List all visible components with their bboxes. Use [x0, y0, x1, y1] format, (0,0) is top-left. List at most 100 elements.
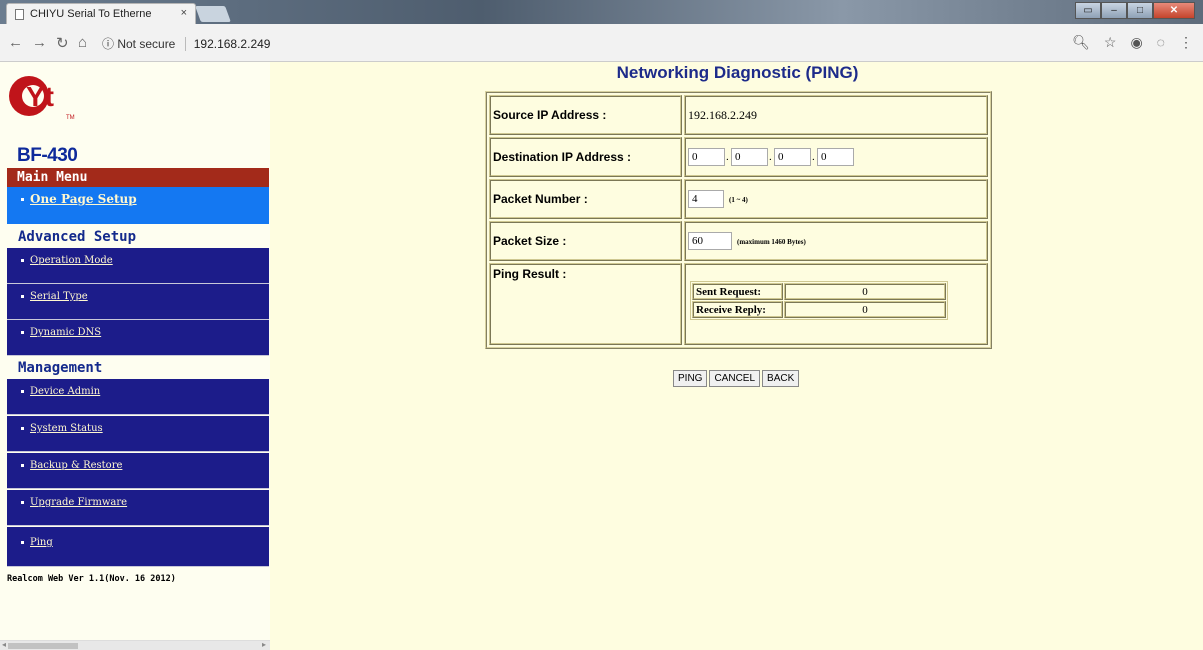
sidebar-item-serial-type[interactable]: Serial Type: [7, 284, 269, 320]
bullet-icon: [21, 427, 24, 430]
browser-tab[interactable]: CHIYU Serial To Etherne ×: [6, 3, 196, 24]
table-row: Packet Number : 4 (1 ~ 4): [489, 179, 988, 219]
packet-number-cell: 4 (1 ~ 4): [684, 179, 988, 219]
zoom-icon[interactable]: 🔍︎: [1072, 34, 1090, 51]
sidebar-item-operation-mode[interactable]: Operation Mode: [7, 248, 269, 284]
sidebar-item-ping[interactable]: Ping: [7, 527, 269, 567]
dest-ip-fields: 0.0.0.0: [684, 137, 988, 177]
url-text: 192.168.2.249: [184, 37, 271, 51]
receive-reply-value: 0: [784, 301, 946, 318]
sidebar-item-system-status[interactable]: System Status: [7, 416, 269, 452]
ping-button[interactable]: PING: [673, 370, 708, 387]
sidebar-item-dynamic-dns[interactable]: Dynamic DNS: [7, 320, 269, 356]
scroll-left-icon[interactable]: ◂: [2, 640, 6, 649]
scroll-right-icon[interactable]: ▸: [262, 640, 266, 649]
source-ip-value: 192.168.2.249: [684, 95, 988, 135]
operation-mode-link[interactable]: Operation Mode: [30, 255, 113, 266]
sidebar-item-one-page-setup[interactable]: One Page Setup: [7, 187, 269, 224]
back-arrow-icon[interactable]: ←: [8, 34, 23, 51]
dynamic-dns-link[interactable]: Dynamic DNS: [30, 327, 101, 338]
system-status-link[interactable]: System Status: [30, 423, 103, 434]
page-icon: [15, 8, 24, 20]
forward-arrow-icon[interactable]: →: [32, 34, 47, 51]
tab-close-icon[interactable]: ×: [181, 7, 187, 19]
table-row: Sent Request: 0: [692, 283, 946, 300]
table-row: Destination IP Address : 0.0.0.0: [489, 137, 988, 177]
table-row: Packet Size : 60 (maximum 1460 Bytes): [489, 221, 988, 261]
table-row: Source IP Address : 192.168.2.249: [489, 95, 988, 135]
version-text: Realcom Web Ver 1.1(Nov. 16 2012): [7, 574, 176, 584]
bullet-icon: [21, 541, 24, 544]
address-bar: ← → ↻ ⌂ ⓘ Not secure 192.168.2.249 🔍︎ ☆ …: [0, 24, 1203, 62]
maximize-icon[interactable]: □: [1127, 2, 1153, 19]
sidebar-item-device-admin[interactable]: Device Admin: [7, 379, 269, 415]
dest-ip-octet-1[interactable]: 0: [688, 148, 725, 166]
serial-type-link[interactable]: Serial Type: [30, 291, 88, 302]
sidebar: Yt TM BF-430 Main Menu One Page Setup Ad…: [0, 62, 270, 650]
packet-size-cell: 60 (maximum 1460 Bytes): [684, 221, 988, 261]
logo-tm: TM: [66, 115, 75, 121]
device-admin-link[interactable]: Device Admin: [30, 386, 100, 397]
ping-result-cell: Sent Request: 0 Receive Reply: 0: [684, 263, 988, 345]
advanced-setup-title: Advanced Setup: [18, 229, 137, 245]
back-button[interactable]: BACK: [762, 370, 800, 387]
bullet-icon: [21, 198, 24, 201]
dest-ip-octet-3[interactable]: 0: [774, 148, 811, 166]
url-field[interactable]: ⓘ Not secure 192.168.2.249: [102, 35, 271, 52]
dest-ip-octet-2[interactable]: 0: [731, 148, 768, 166]
sent-request-value: 0: [784, 283, 946, 300]
bullet-icon: [21, 464, 24, 467]
table-row: Ping Result : Sent Request: 0 Receive Re…: [489, 263, 988, 345]
ping-result-table: Sent Request: 0 Receive Reply: 0: [690, 281, 948, 320]
receive-reply-label: Receive Reply:: [692, 301, 783, 318]
close-window-icon[interactable]: ✕: [1153, 2, 1195, 19]
packet-size-label: Packet Size :: [489, 221, 682, 261]
window-controls: ▭ – □ ✕: [1075, 2, 1195, 20]
logo-text: Yt: [26, 81, 54, 112]
source-ip-label: Source IP Address :: [489, 95, 682, 135]
bullet-icon: [21, 331, 24, 334]
bullet-icon: [21, 295, 24, 298]
horizontal-scrollbar[interactable]: ◂ ▸: [0, 640, 270, 650]
packet-size-hint: (maximum 1460 Bytes): [737, 237, 806, 246]
packet-number-label: Packet Number :: [489, 179, 682, 219]
sent-request-label: Sent Request:: [692, 283, 783, 300]
model-name: BF-430: [17, 145, 78, 166]
scrollbar-thumb[interactable]: [8, 643, 78, 649]
ping-form-table: Source IP Address : 192.168.2.249 Destin…: [485, 91, 992, 349]
security-indicator[interactable]: ⓘ Not secure: [102, 37, 175, 51]
bookmark-star-icon[interactable]: ☆: [1104, 34, 1117, 51]
packet-number-input[interactable]: 4: [688, 190, 724, 208]
packet-size-input[interactable]: 60: [688, 232, 732, 250]
home-icon[interactable]: ⌂: [78, 34, 87, 51]
dest-ip-octet-4[interactable]: 0: [817, 148, 854, 166]
new-tab-button[interactable]: [195, 6, 231, 22]
reload-icon[interactable]: ↻: [56, 34, 69, 52]
extension-2-icon[interactable]: ◌: [1157, 34, 1165, 51]
dest-ip-label: Destination IP Address :: [489, 137, 682, 177]
restore-icon[interactable]: ▭: [1075, 2, 1101, 19]
bullet-icon: [21, 259, 24, 262]
ping-result-label: Ping Result :: [489, 263, 682, 345]
upgrade-firmware-link[interactable]: Upgrade Firmware: [30, 497, 127, 508]
management-title: Management: [18, 360, 103, 376]
window-titlebar: CHIYU Serial To Etherne × ▭ – □ ✕: [0, 0, 1203, 24]
minimize-icon[interactable]: –: [1101, 2, 1127, 19]
tab-title: CHIYU Serial To Etherne: [30, 8, 152, 20]
packet-number-hint: (1 ~ 4): [729, 195, 748, 204]
bullet-icon: [21, 390, 24, 393]
page-title: Networking Diagnostic (PING): [616, 63, 859, 82]
extension-icon[interactable]: ◉: [1130, 34, 1142, 51]
table-row: Receive Reply: 0: [692, 301, 946, 318]
ping-link[interactable]: Ping: [30, 537, 53, 548]
chiyu-logo: Yt TM: [9, 76, 75, 121]
backup-restore-link[interactable]: Backup & Restore: [30, 460, 122, 471]
menu-dots-icon[interactable]: ⋮: [1179, 34, 1193, 51]
sidebar-item-backup-restore[interactable]: Backup & Restore: [7, 453, 269, 489]
cancel-button[interactable]: CANCEL: [709, 370, 761, 387]
main-menu-header: Main Menu: [7, 168, 269, 187]
action-buttons: PING CANCEL BACK: [673, 370, 800, 387]
one-page-setup-link[interactable]: One Page Setup: [30, 192, 137, 206]
bullet-icon: [21, 501, 24, 504]
sidebar-item-upgrade-firmware[interactable]: Upgrade Firmware: [7, 490, 269, 526]
